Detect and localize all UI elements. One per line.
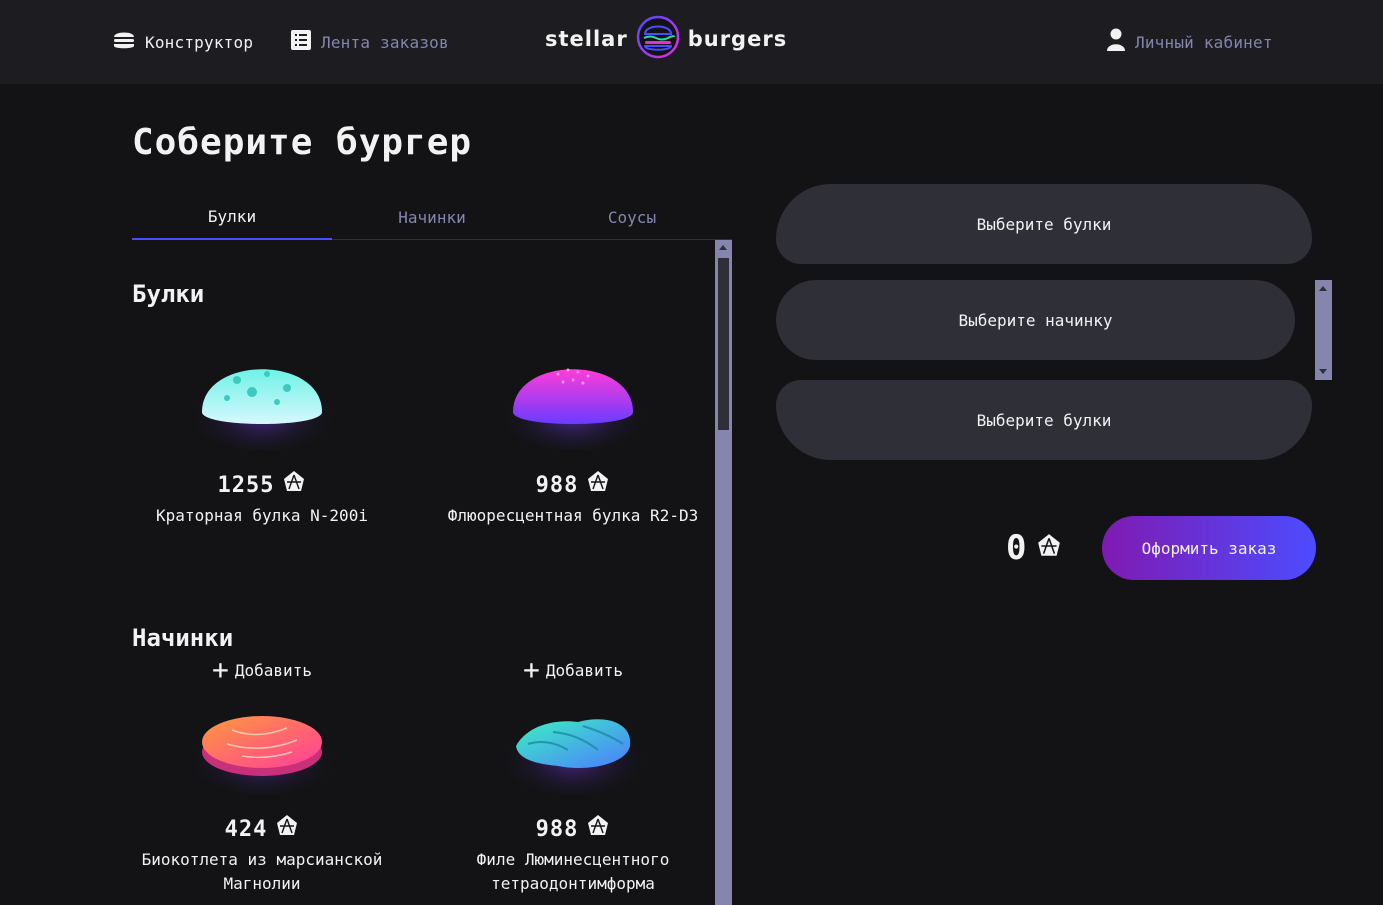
currency-icon [586,470,610,500]
ingredient-list-scrollbar[interactable] [715,240,732,905]
section-title-buns: Булки [132,280,205,308]
tab-sauces[interactable]: Соусы [532,194,732,240]
price-value: 988 [535,472,579,498]
bun-top-slot[interactable]: Выберите булки [776,184,1312,264]
nav-order-feed[interactable]: Лента заказов [290,0,449,84]
ingredient-card[interactable]: 988 Флюоресцентная булка R2-D3 + Добавит… [437,340,709,684]
logo-text-right: burgers [687,27,788,51]
nav-account[interactable]: Личный кабинет [1106,0,1273,84]
currency-icon [282,470,306,500]
scroll-down-icon[interactable] [1319,369,1327,374]
add-ingredient-button[interactable]: + Добавить [437,656,709,684]
ingredient-list: Булки 1255 Краторная булка N-200i + Доба… [132,240,732,905]
ingredient-name: Биокотлета из марсианской Магнолии [141,850,383,893]
tab-mains[interactable]: Начинки [332,194,532,240]
plus-icon: + [523,653,540,686]
scroll-up-icon[interactable] [1319,286,1327,291]
place-order-button[interactable]: Оформить заказ [1102,516,1316,580]
stellar-burgers-logo[interactable]: stellar burgers [545,14,787,64]
page-title: Соберите бургер [132,122,473,163]
ingredient-card[interactable]: 424 Биокотлета из марсианской Магнолии [132,684,398,905]
ingredient-image [498,694,648,798]
ingredient-price: 1255 [132,470,398,500]
bun-bottom-slot[interactable]: Выберите булки [776,380,1312,460]
constructor-scrollbar[interactable] [1315,280,1332,380]
section-title-mains: Начинки [132,624,234,652]
ingredient-image [187,350,337,454]
add-ingredient-button[interactable]: + Добавить [132,656,398,684]
filling-placeholder: Выберите начинку [958,310,1113,330]
ingredient-price: 988 [437,814,709,844]
ingredient-image [187,694,337,798]
nav-constructor-label: Конструктор [145,32,254,52]
ingredient-price: 424 [132,814,398,844]
ingredient-image [498,350,648,454]
burger-icon [112,28,136,56]
ingredient-tabs: Булки Начинки Соусы [132,194,732,240]
ingredient-name: Филе Люминесцентного тетраодонтимформа [476,850,670,893]
currency-icon [1036,528,1062,568]
nav-account-label: Личный кабинет [1135,32,1273,52]
price-value: 988 [535,816,579,842]
nav-order-feed-label: Лента заказов [321,32,449,52]
currency-icon [586,814,610,844]
tab-buns[interactable]: Булки [132,194,332,240]
ingredient-card[interactable]: 1255 Краторная булка N-200i + Добавить [132,340,398,684]
bun-top-placeholder: Выберите булки [976,214,1112,234]
scroll-thumb[interactable] [718,258,729,430]
ingredient-price: 988 [437,470,709,500]
add-label: Добавить [545,660,623,680]
logo-burger-icon [636,15,680,63]
bun-bottom-placeholder: Выберите булки [976,410,1112,430]
ingredient-name: Краторная булка N-200i [156,506,368,525]
profile-icon [1106,28,1126,56]
add-label: Добавить [234,660,312,680]
list-icon [290,29,312,55]
order-total: 0 [1006,528,1062,568]
currency-icon [275,814,299,844]
ingredient-name: Флюоресцентная булка R2-D3 [447,506,699,525]
plus-icon: + [212,653,229,686]
scroll-up-icon[interactable] [719,245,727,250]
price-value: 424 [224,816,268,842]
nav-constructor[interactable]: Конструктор [112,0,253,84]
app-header: Конструктор Лента заказов stellar burger… [0,0,1383,84]
filling-slot[interactable]: Выберите начинку [776,280,1295,360]
logo-text-left: stellar [545,27,628,51]
price-value: 1255 [217,472,275,498]
order-total-value: 0 [1006,528,1027,568]
ingredient-card[interactable]: 988 Филе Люминесцентного тетраодонтимфор… [437,684,709,905]
